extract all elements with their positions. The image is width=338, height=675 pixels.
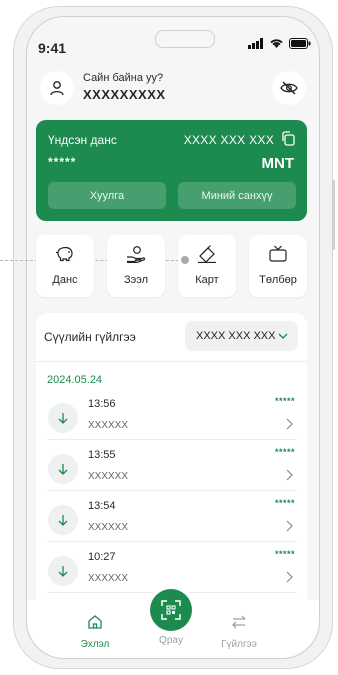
account-card[interactable]: Үндсэн данс XXXX XXX XXX ***** MNT Хуулг… — [36, 120, 307, 221]
transaction-time: 13:55 — [88, 449, 116, 461]
status-time: 9:41 — [38, 40, 67, 56]
transaction-description: XXXXXX — [88, 471, 129, 482]
annotation-dot — [181, 256, 189, 264]
quick-action-label: Данс — [52, 274, 78, 286]
signal-icon — [248, 38, 263, 49]
transfer-arrows-icon — [232, 615, 246, 629]
recent-transactions-panel: Сүүлийн гүйлгээ XXXX XXX XXX 2024.05.24 … — [36, 313, 307, 613]
nav-home-label: Эхлэл — [80, 639, 110, 650]
battery-icon — [289, 38, 311, 49]
status-icons — [248, 38, 311, 49]
piggy-bank-icon — [56, 246, 73, 262]
quick-action-label: Карт — [195, 274, 219, 286]
transaction-date: 2024.05.24 — [47, 374, 103, 386]
username: XXXXXXXXX — [83, 87, 166, 102]
chevron-right-icon — [286, 469, 293, 481]
transaction-time: 10:27 — [88, 551, 116, 563]
card-icon — [198, 245, 216, 263]
copy-icon[interactable] — [281, 131, 295, 146]
quick-action-account[interactable]: Данс — [36, 235, 94, 297]
quick-action-payment[interactable]: Төлбөр — [249, 235, 307, 297]
profile-avatar-button[interactable] — [40, 71, 74, 105]
transaction-amount: ***** — [274, 396, 295, 406]
chevron-right-icon — [286, 418, 293, 430]
account-balance: ***** — [48, 155, 77, 169]
arrow-down-icon — [48, 454, 78, 484]
account-number: XXXX XXX XXX — [183, 133, 274, 147]
account-selector-value: XXXX XXX XXX — [196, 330, 276, 342]
wifi-icon — [270, 39, 283, 48]
my-finance-button[interactable]: Миний санхүү — [178, 182, 296, 209]
tv-icon — [269, 245, 287, 262]
quick-action-label: Зээл — [123, 274, 149, 286]
account-currency: MNT — [261, 155, 295, 172]
panel-title: Сүүлийн гүйлгээ — [44, 330, 136, 344]
quick-action-card[interactable]: Карт — [178, 235, 236, 297]
user-icon — [50, 81, 64, 96]
chevron-down-icon — [278, 333, 288, 339]
account-selector-dropdown[interactable]: XXXX XXX XXX — [185, 321, 298, 351]
transaction-row[interactable]: 13:56 XXXXXX ***** — [47, 393, 297, 440]
nav-transfer[interactable]: Гүйлгээ — [209, 614, 269, 650]
transaction-description: XXXXXX — [88, 522, 129, 533]
hide-balance-button[interactable] — [272, 71, 306, 105]
qr-scan-icon — [161, 600, 181, 620]
transaction-row[interactable]: 10:27 XXXXXX ***** — [47, 546, 297, 593]
divider — [36, 361, 307, 362]
loan-hand-icon — [127, 246, 146, 263]
transaction-time: 13:54 — [88, 500, 116, 512]
nav-home[interactable]: Эхлэл — [65, 614, 125, 650]
dynamic-island — [155, 30, 215, 48]
quick-action-loan[interactable]: Зээл — [107, 235, 165, 297]
transaction-amount: ***** — [274, 549, 295, 559]
qpay-button[interactable] — [150, 589, 192, 631]
phone-side-button — [332, 180, 335, 250]
eye-off-icon — [280, 81, 298, 95]
greeting-text: Сайн байна уу? — [83, 72, 164, 84]
quick-action-label: Төлбөр — [259, 274, 297, 286]
transaction-row[interactable]: 13:55 XXXXXX ***** — [47, 444, 297, 491]
transaction-amount: ***** — [274, 498, 295, 508]
chevron-right-icon — [286, 571, 293, 583]
statement-button[interactable]: Хуулга — [48, 182, 166, 209]
nav-transfer-label: Гүйлгээ — [221, 639, 257, 650]
home-icon — [88, 615, 102, 629]
account-type: Үндсэн данс — [48, 133, 117, 147]
transaction-description: XXXXXX — [88, 573, 129, 584]
qpay-label: Qpay — [159, 635, 183, 646]
transaction-description: XXXXXX — [88, 420, 129, 431]
arrow-down-icon — [48, 403, 78, 433]
chevron-right-icon — [286, 520, 293, 532]
arrow-down-icon — [48, 505, 78, 535]
arrow-down-icon — [48, 556, 78, 586]
transaction-amount: ***** — [274, 447, 295, 457]
transaction-row[interactable]: 13:54 XXXXXX ***** — [47, 495, 297, 542]
transaction-time: 13:56 — [88, 398, 116, 410]
